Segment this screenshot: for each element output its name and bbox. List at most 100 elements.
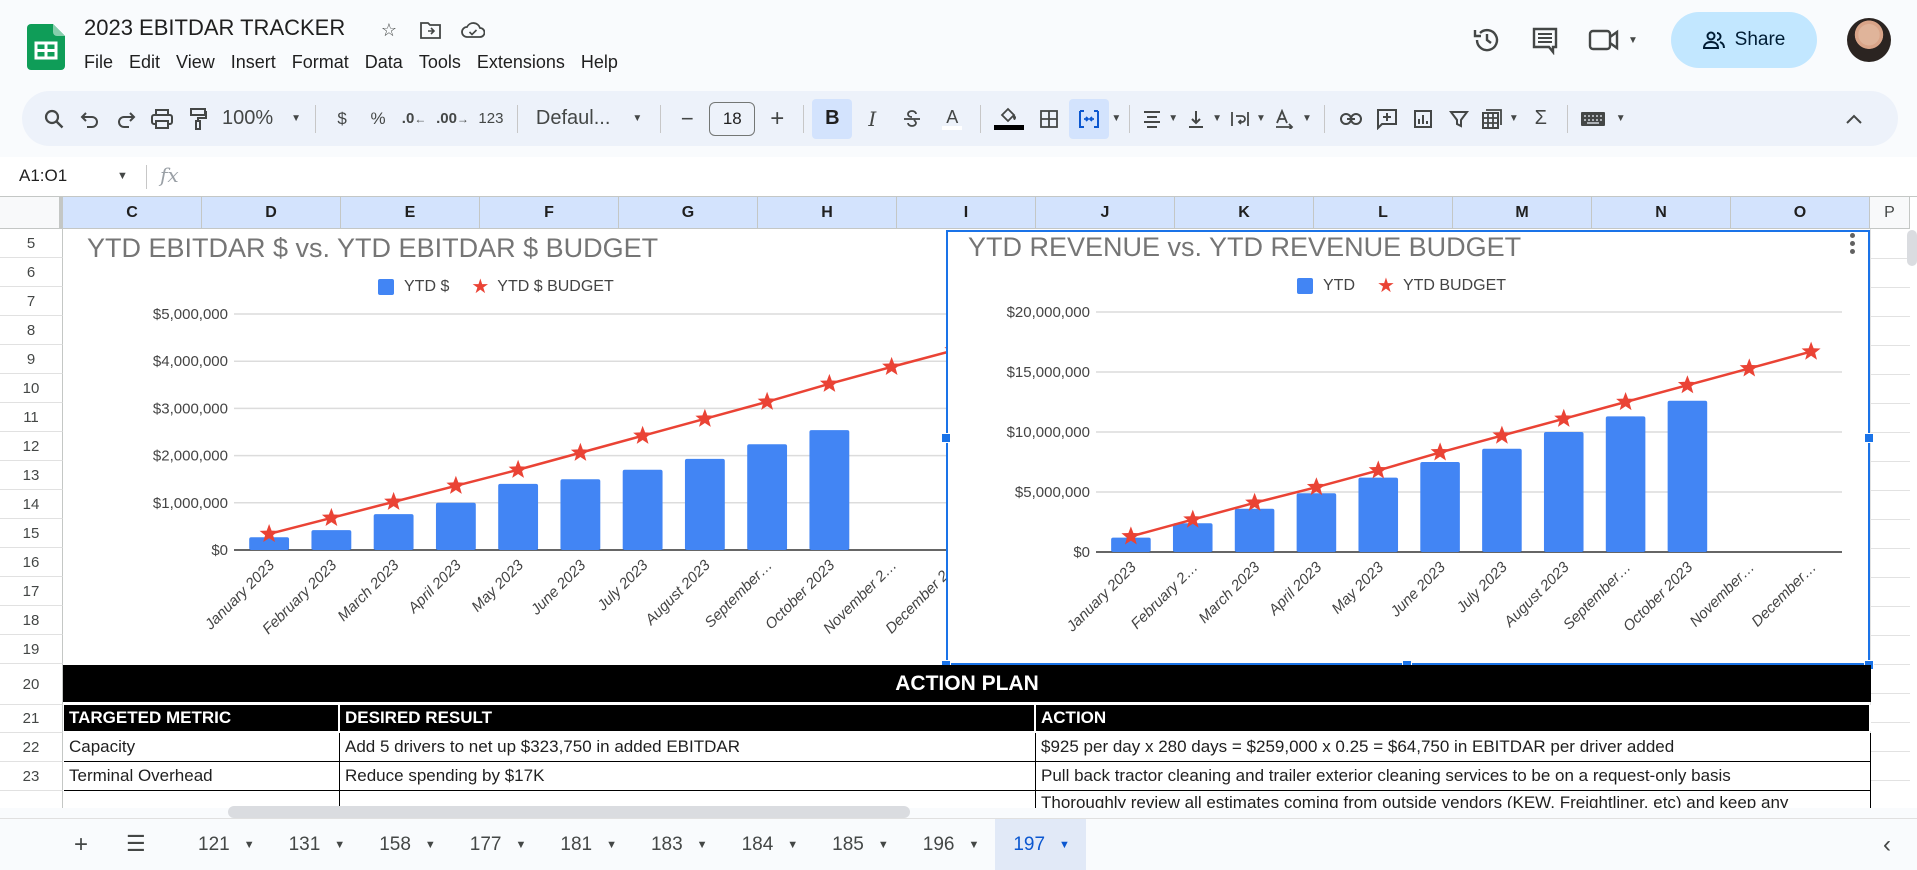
zoom-select[interactable]: 100% ▼	[216, 101, 307, 137]
chart-more-options-icon[interactable]	[1850, 233, 1856, 254]
action-plan-cell[interactable]: Pull back tractor cleaning and trailer e…	[1036, 762, 1871, 791]
resize-handle[interactable]	[1864, 433, 1874, 443]
action-plan-cell[interactable]: Capacity	[64, 733, 340, 762]
cloud-saved-icon[interactable]	[460, 17, 486, 43]
chevron-down-icon[interactable]: ▼	[878, 839, 889, 851]
row-header-9[interactable]: 9	[0, 345, 63, 374]
sheet-tab-181[interactable]: 181 ▼	[542, 819, 633, 870]
menu-extensions[interactable]: Extensions	[469, 52, 573, 73]
budget-star-marker-3[interactable]	[1245, 492, 1265, 511]
add-sheet-icon[interactable]: +	[74, 831, 88, 859]
input-tools-keyboard-icon[interactable]: ▼	[1576, 101, 1630, 137]
row-header-17[interactable]: 17	[0, 577, 63, 606]
action-plan-cell[interactable]: $925 per day x 280 days = $259,000 x 0.2…	[1036, 733, 1871, 762]
all-sheets-icon[interactable]: ☰	[126, 831, 146, 857]
chevron-down-icon[interactable]: ▼	[334, 839, 345, 851]
budget-star-marker-12[interactable]	[1801, 341, 1821, 360]
row-header-19[interactable]: 19	[0, 635, 63, 664]
sheets-logo-icon[interactable]	[27, 24, 65, 70]
sheet-tab-177[interactable]: 177 ▼	[452, 819, 543, 870]
chevron-down-icon[interactable]: ▼	[1059, 839, 1070, 851]
budget-star-marker-8[interactable]	[695, 408, 715, 427]
bar-10[interactable]	[809, 430, 850, 550]
select-all-corner[interactable]	[0, 197, 63, 229]
budget-star-marker-3[interactable]	[384, 491, 404, 510]
meet-video-icon[interactable]: ▼	[1583, 20, 1643, 60]
row-header-5[interactable]: 5	[0, 229, 63, 258]
bar-6[interactable]	[560, 479, 601, 550]
column-header-i[interactable]: I	[897, 197, 1036, 229]
column-header-o[interactable]: O	[1731, 197, 1870, 229]
bar-9[interactable]	[1605, 416, 1646, 552]
budget-star-marker-11[interactable]	[1739, 358, 1759, 377]
column-header-l[interactable]: L	[1314, 197, 1453, 229]
bar-10[interactable]	[1667, 400, 1708, 552]
budget-star-marker-6[interactable]	[1430, 442, 1450, 461]
print-icon[interactable]	[144, 101, 180, 137]
chevron-down-icon[interactable]: ▼	[787, 839, 798, 851]
scroll-tabs-left-icon[interactable]: ‹	[1883, 831, 1891, 859]
bar-2[interactable]	[1172, 523, 1213, 552]
row-header-7[interactable]: 7	[0, 287, 63, 316]
budget-star-marker-9[interactable]	[757, 391, 777, 410]
chevron-down-icon[interactable]: ▼	[515, 839, 526, 851]
row-header-22[interactable]: 22	[0, 733, 63, 762]
row-header-14[interactable]: 14	[0, 490, 63, 519]
budget-star-marker-8[interactable]	[1554, 408, 1574, 427]
bar-6[interactable]	[1420, 462, 1460, 552]
chevron-down-icon[interactable]: ▼	[244, 839, 255, 851]
row-header-16[interactable]: 16	[0, 548, 63, 577]
column-header-g[interactable]: G	[619, 197, 758, 229]
bar-7[interactable]	[622, 469, 663, 550]
bar-7[interactable]	[1482, 448, 1522, 552]
sheet-tab-184[interactable]: 184 ▼	[724, 819, 815, 870]
text-wrapping-icon[interactable]: ▼	[1226, 101, 1270, 137]
row-header-13[interactable]: 13	[0, 461, 63, 490]
row-header-6[interactable]: 6	[0, 258, 63, 287]
row-header-20[interactable]: 20	[0, 664, 63, 705]
merge-dropdown-icon[interactable]: ▼	[1111, 113, 1121, 124]
bar-4[interactable]	[1296, 493, 1337, 552]
sheet-tab-183[interactable]: 183 ▼	[633, 819, 724, 870]
menu-data[interactable]: Data	[357, 52, 411, 73]
name-box[interactable]: A1:O1	[19, 166, 67, 186]
collapse-menus-icon[interactable]	[1836, 101, 1872, 137]
horizontal-scrollbar[interactable]	[228, 806, 910, 818]
filter-icon[interactable]	[1441, 101, 1477, 137]
row-header-12[interactable]: 12	[0, 432, 63, 461]
bar-2[interactable]	[311, 530, 352, 550]
italic-button[interactable]: I	[852, 101, 892, 137]
user-avatar[interactable]	[1847, 18, 1891, 62]
sheet-tab-196[interactable]: 196 ▼	[905, 819, 996, 870]
sheet-tab-185[interactable]: 185 ▼	[814, 819, 905, 870]
budget-star-marker-10[interactable]	[819, 373, 839, 392]
column-header-n[interactable]: N	[1592, 197, 1731, 229]
increase-font-size-button[interactable]: +	[759, 101, 795, 137]
borders-icon[interactable]	[1029, 101, 1069, 137]
text-rotation-icon[interactable]: ▼	[1270, 101, 1316, 137]
fill-color-icon[interactable]	[989, 101, 1029, 137]
comments-icon[interactable]	[1525, 20, 1565, 60]
sheet-tab-131[interactable]: 131 ▼	[271, 819, 362, 870]
name-box-dropdown-icon[interactable]: ▼	[117, 170, 128, 182]
budget-star-marker-10[interactable]	[1677, 375, 1697, 394]
bar-5[interactable]	[498, 483, 539, 550]
column-header-p[interactable]: P	[1870, 197, 1910, 229]
bar-8[interactable]	[684, 458, 725, 550]
vertical-scrollbar[interactable]	[1907, 230, 1917, 266]
ebitdar-chart[interactable]: YTD EBITDAR $ vs. YTD EBITDAR $ BUDGET YT…	[64, 230, 946, 663]
bar-4[interactable]	[435, 502, 476, 550]
font-select[interactable]: Defaul... ▼	[526, 101, 652, 137]
action-plan-cell[interactable]: Terminal Overhead	[64, 762, 340, 791]
sheet-tab-197[interactable]: 197 ▼	[995, 819, 1086, 870]
redo-icon[interactable]	[108, 101, 144, 137]
format-percent-button[interactable]: %	[360, 101, 396, 137]
more-formats-button[interactable]: 123	[473, 101, 509, 137]
action-plan-cell[interactable]: Reduce spending by $17K	[340, 762, 1036, 791]
merge-cells-icon[interactable]	[1069, 98, 1110, 139]
column-header-c[interactable]: C	[63, 197, 202, 229]
search-menus-icon[interactable]	[36, 101, 72, 137]
star-icon[interactable]: ☆	[376, 17, 402, 43]
column-header-j[interactable]: J	[1036, 197, 1175, 229]
column-header-d[interactable]: D	[202, 197, 341, 229]
